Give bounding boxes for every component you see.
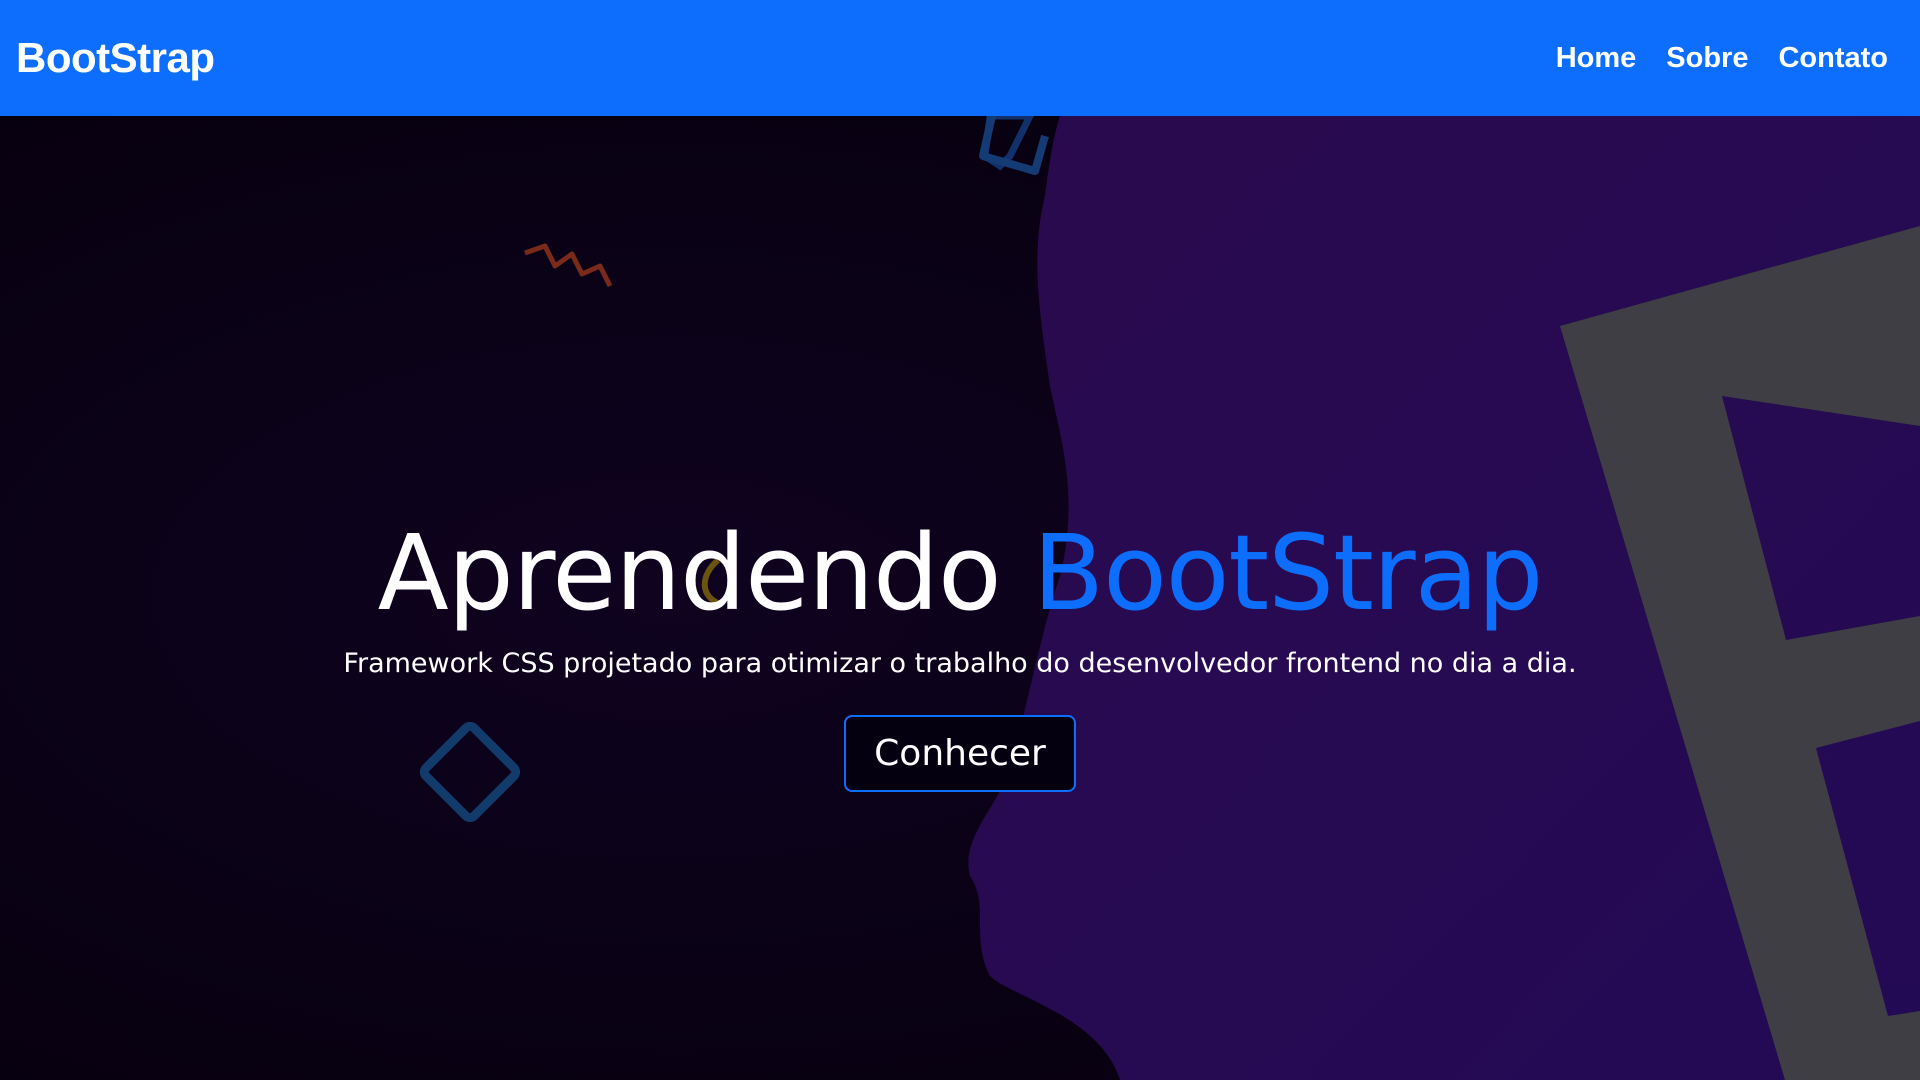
hero-subtitle: Framework CSS projetado para otimizar o … bbox=[343, 648, 1577, 680]
hero-section: Aprendendo BootStrap Framework CSS proje… bbox=[0, 116, 1920, 1080]
hero-content: Aprendendo BootStrap Framework CSS proje… bbox=[0, 516, 1920, 793]
hero-title-accent: BootStrap bbox=[1032, 512, 1544, 634]
nav-link-home[interactable]: Home bbox=[1556, 42, 1637, 75]
hero-title: Aprendendo BootStrap bbox=[378, 516, 1544, 630]
conhecer-button[interactable]: Conhecer bbox=[844, 715, 1076, 793]
nav-link-contato[interactable]: Contato bbox=[1778, 42, 1888, 75]
nav-links: Home Sobre Contato bbox=[1556, 42, 1888, 75]
hero-title-main: Aprendendo bbox=[377, 512, 1002, 634]
nav-link-sobre[interactable]: Sobre bbox=[1666, 42, 1748, 75]
navbar: BootStrap Home Sobre Contato bbox=[0, 0, 1920, 116]
navbar-brand[interactable]: BootStrap bbox=[16, 34, 215, 82]
